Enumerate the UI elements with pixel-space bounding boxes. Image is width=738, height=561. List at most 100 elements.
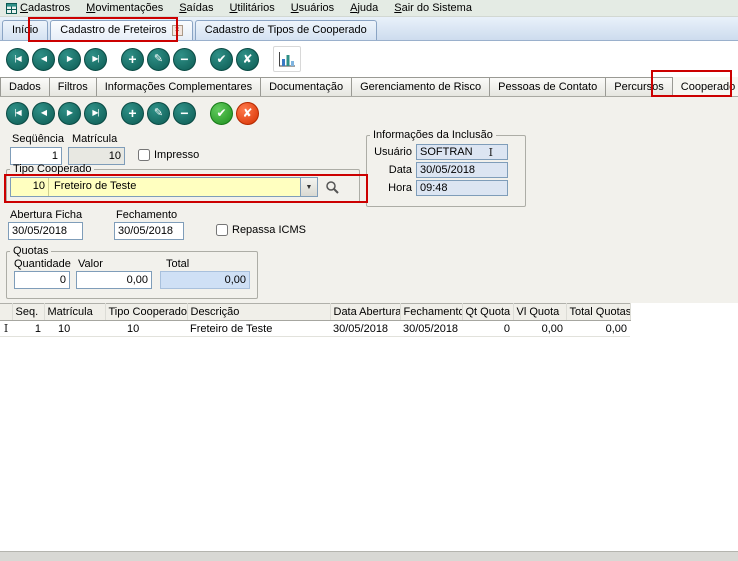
menu-label-utilitarios: Utilitários bbox=[229, 2, 274, 14]
confirm-button-2[interactable]: ✔ bbox=[210, 102, 233, 125]
menu-item-saidas[interactable]: Saídas bbox=[179, 2, 213, 14]
cell-qt-quota: 0 bbox=[462, 321, 513, 337]
col-matricula[interactable]: Matrícula bbox=[44, 304, 105, 321]
tab-filtros-label: Filtros bbox=[58, 81, 88, 93]
tab-inicio-label: Início bbox=[12, 24, 38, 36]
cell-descricao: Freteiro de Teste bbox=[187, 321, 330, 337]
edit-pencil-icon: ✎ bbox=[154, 108, 163, 119]
delete-record-button-2[interactable]: − bbox=[173, 102, 196, 125]
menu-item-usuarios[interactable]: Usuários bbox=[291, 2, 334, 14]
menu-item-cadastros[interactable]: Cadastros bbox=[6, 2, 70, 14]
hora-field[interactable]: 09:48 bbox=[416, 180, 508, 196]
bottom-window-edge bbox=[0, 551, 738, 561]
grid-indicator-header bbox=[0, 304, 12, 321]
tab-cadastro-de-freteiros-label: Cadastro de Freteiros bbox=[60, 24, 166, 36]
quantidade-field[interactable]: 0 bbox=[14, 271, 70, 289]
fechamento-label: Fechamento bbox=[116, 209, 177, 221]
abertura-ficha-label: Abertura Ficha bbox=[10, 209, 82, 221]
cell-tipo-cooperado: 10 bbox=[105, 321, 187, 337]
total-label: Total bbox=[166, 258, 189, 270]
confirm-button[interactable]: ✔ bbox=[210, 48, 233, 71]
tab-cooperado-label: Cooperado bbox=[681, 81, 735, 93]
main-toolbar: |◀ ◀ ▶ ▶| + ✎ − ✔ ✘ bbox=[0, 41, 738, 77]
tipo-cooperado-combobox[interactable]: 10 Freteiro de Teste ▼ bbox=[10, 177, 318, 197]
add-record-button-2[interactable]: + bbox=[121, 102, 144, 125]
tab-cooperado[interactable]: Cooperado bbox=[672, 77, 738, 96]
row-cursor-icon: I bbox=[0, 321, 12, 337]
col-data-abertura[interactable]: Data Abertura bbox=[330, 304, 400, 321]
tab-gerenciamento-de-risco[interactable]: Gerenciamento de Risco bbox=[351, 77, 490, 96]
valor-field[interactable]: 0,00 bbox=[76, 271, 152, 289]
tab-percursos[interactable]: Percursos bbox=[605, 77, 673, 96]
col-vl-quota[interactable]: Vl Quota bbox=[513, 304, 566, 321]
col-tipo-cooperado[interactable]: Tipo Cooperado bbox=[105, 304, 187, 321]
next-record-button-2[interactable]: ▶ bbox=[58, 102, 81, 125]
impresso-checkbox-input[interactable] bbox=[138, 149, 150, 161]
tab-dados[interactable]: Dados bbox=[0, 77, 50, 96]
col-qt-quota[interactable]: Qt Quota bbox=[462, 304, 513, 321]
prev-record-button[interactable]: ◀ bbox=[32, 48, 55, 71]
usuario-field[interactable]: SOFTRANI bbox=[416, 144, 508, 160]
tab-cadastro-de-freteiros[interactable]: Cadastro de Freteiros × bbox=[50, 20, 192, 40]
record-tab-strip: Dados Filtros Informações Complementares… bbox=[0, 77, 738, 97]
tab-pessoas-de-contato-label: Pessoas de Contato bbox=[498, 81, 597, 93]
add-icon: + bbox=[128, 106, 136, 120]
table-row[interactable]: I 1 10 10 Freteiro de Teste 30/05/2018 3… bbox=[0, 321, 630, 337]
tab-informacoes-complementares[interactable]: Informações Complementares bbox=[96, 77, 261, 96]
menu-item-utilitarios[interactable]: Utilitários bbox=[229, 2, 274, 14]
fechamento-field[interactable]: 30/05/2018 bbox=[114, 222, 184, 240]
impresso-checkbox-label: Impresso bbox=[154, 149, 199, 161]
menu-label-saidas: Saídas bbox=[179, 2, 213, 14]
cancel-button[interactable]: ✘ bbox=[236, 48, 259, 71]
cancel-button-2[interactable]: ✘ bbox=[236, 102, 259, 125]
tab-cadastro-de-tipos-de-cooperado-label: Cadastro de Tipos de Cooperado bbox=[205, 24, 367, 36]
usuario-label: Usuário bbox=[370, 146, 412, 158]
first-record-button-2[interactable]: |◀ bbox=[6, 102, 29, 125]
repassa-icms-checkbox-input[interactable] bbox=[216, 224, 228, 236]
prev-record-icon: ◀ bbox=[41, 109, 46, 117]
repassa-icms-checkbox[interactable]: Repassa ICMS bbox=[216, 224, 306, 236]
last-record-button[interactable]: ▶| bbox=[84, 48, 107, 71]
cooperado-grid: Seq. Matrícula Tipo Cooperado Descrição … bbox=[0, 303, 738, 337]
data-field[interactable]: 30/05/2018 bbox=[416, 162, 508, 178]
inclusao-body: Usuário SOFTRANI Data 30/05/2018 Hora 09… bbox=[370, 144, 522, 196]
chart-button[interactable] bbox=[273, 46, 301, 72]
impresso-checkbox[interactable]: Impresso bbox=[138, 149, 199, 161]
tab-filtros[interactable]: Filtros bbox=[49, 77, 97, 96]
tipo-cooperado-search-button[interactable] bbox=[322, 177, 342, 197]
nav-button-group-2: |◀ ◀ ▶ ▶| bbox=[6, 102, 107, 125]
tab-documentacao[interactable]: Documentação bbox=[260, 77, 352, 96]
col-fechamento[interactable]: Fechamento bbox=[400, 304, 462, 321]
col-total-quotas[interactable]: Total Quotas bbox=[566, 304, 630, 321]
last-record-icon: ▶| bbox=[92, 109, 98, 117]
col-seq[interactable]: Seq. bbox=[12, 304, 44, 321]
tab-inicio[interactable]: Início bbox=[2, 20, 48, 40]
first-record-button[interactable]: |◀ bbox=[6, 48, 29, 71]
data-row: Data 30/05/2018 bbox=[370, 162, 522, 178]
matricula-label: Matrícula bbox=[72, 133, 117, 145]
delete-record-button[interactable]: − bbox=[173, 48, 196, 71]
menu-item-sair-do-sistema[interactable]: Sair do Sistema bbox=[394, 2, 472, 14]
add-record-button[interactable]: + bbox=[121, 48, 144, 71]
menu-item-ajuda[interactable]: Ajuda bbox=[350, 2, 378, 14]
edit-pencil-icon: ✎ bbox=[154, 54, 163, 65]
inclusao-groupbox: Informações da Inclusão Usuário SOFTRANI… bbox=[366, 129, 526, 207]
menu-item-movimentacoes[interactable]: Movimentações bbox=[86, 2, 163, 14]
edit-record-button-2[interactable]: ✎ bbox=[147, 102, 170, 125]
close-tab-icon[interactable]: × bbox=[172, 25, 183, 36]
tipo-cooperado-groupbox: Tipo Cooperado 10 Freteiro de Teste ▼ bbox=[6, 163, 360, 203]
edit-record-button[interactable]: ✎ bbox=[147, 48, 170, 71]
tipo-cooperado-body: 10 Freteiro de Teste ▼ bbox=[10, 176, 356, 197]
col-descricao[interactable]: Descrição bbox=[187, 304, 330, 321]
menu-label-cadastros: Cadastros bbox=[20, 2, 70, 14]
cell-total-quotas: 0,00 bbox=[566, 321, 630, 337]
last-record-button-2[interactable]: ▶| bbox=[84, 102, 107, 125]
repassa-icms-checkbox-label: Repassa ICMS bbox=[232, 224, 306, 236]
prev-record-button-2[interactable]: ◀ bbox=[32, 102, 55, 125]
next-record-button[interactable]: ▶ bbox=[58, 48, 81, 71]
tab-pessoas-de-contato[interactable]: Pessoas de Contato bbox=[489, 77, 606, 96]
abertura-ficha-field[interactable]: 30/05/2018 bbox=[8, 222, 83, 240]
tab-cadastro-de-tipos-de-cooperado[interactable]: Cadastro de Tipos de Cooperado bbox=[195, 20, 377, 40]
menu-bar: Cadastros Movimentações Saídas Utilitári… bbox=[0, 0, 738, 17]
combo-dropdown-icon[interactable]: ▼ bbox=[300, 178, 317, 196]
